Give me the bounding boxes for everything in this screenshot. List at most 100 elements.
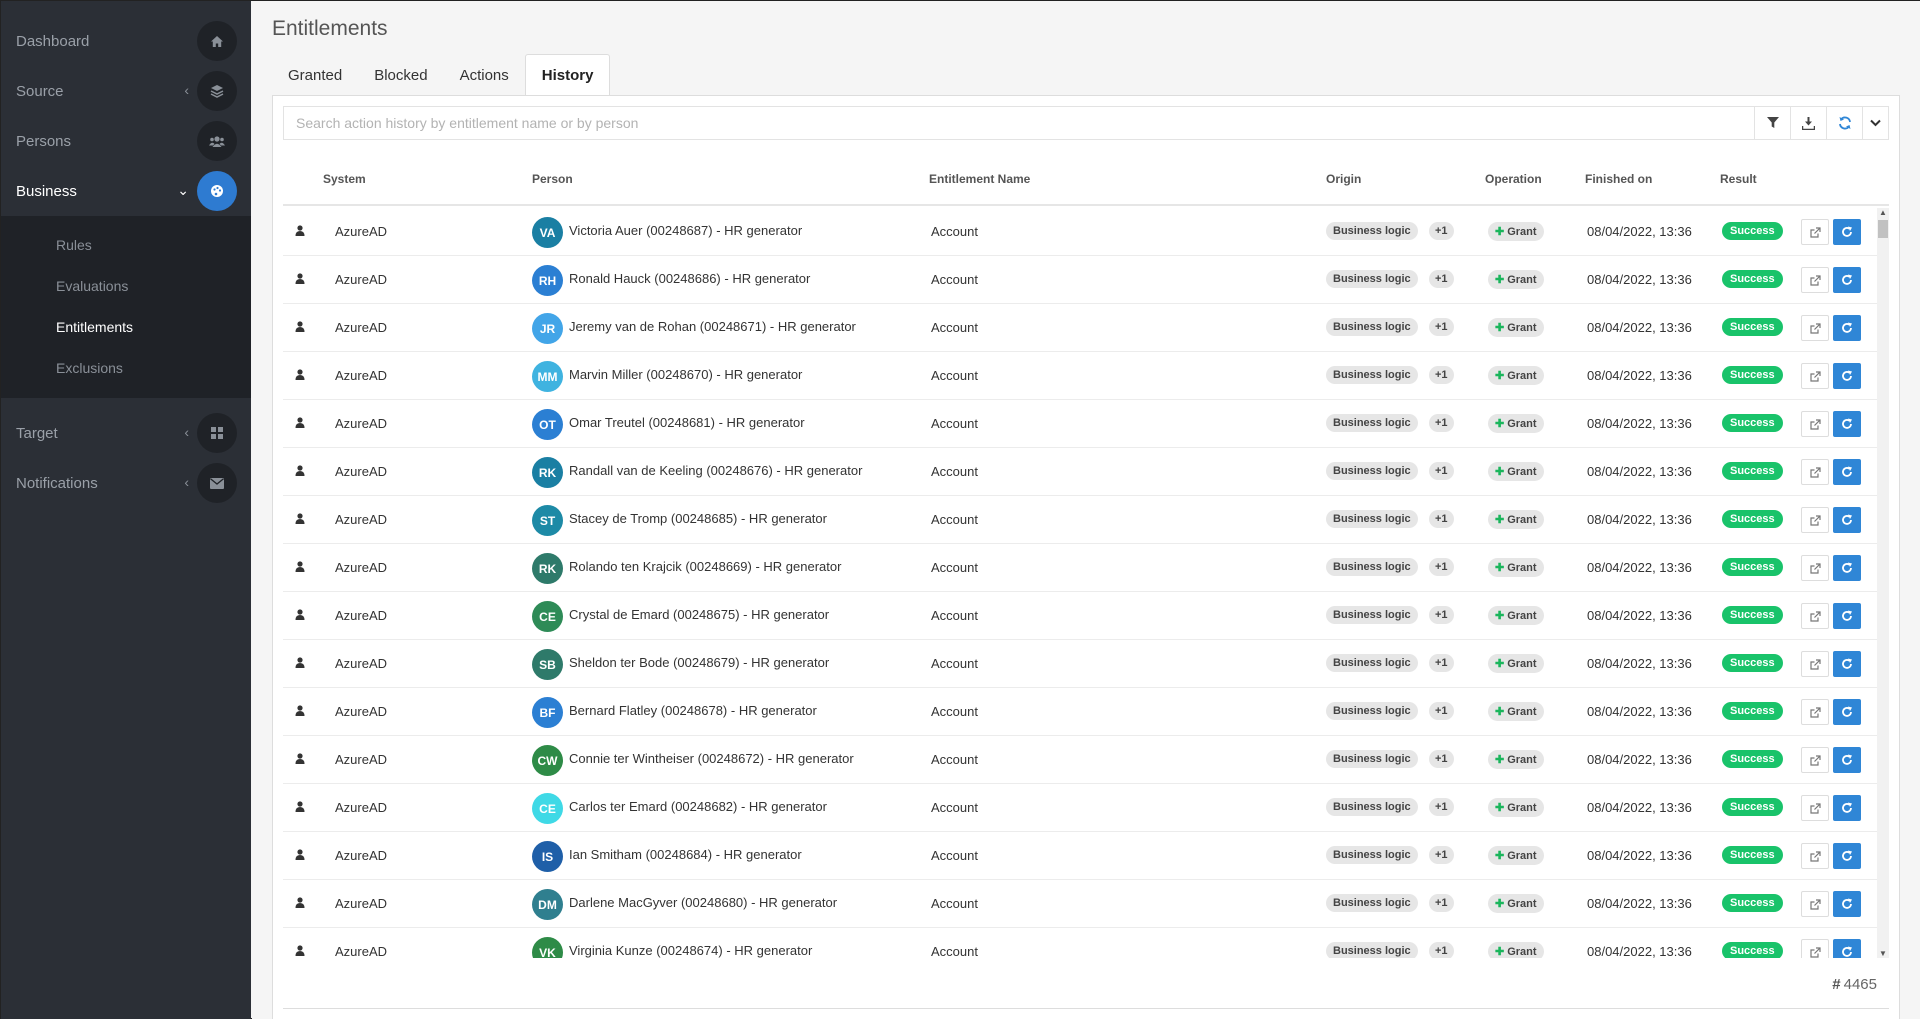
open-external-button[interactable] [1801,411,1829,437]
table-row[interactable]: AzureAD RK Rolando ten Krajcik (00248669… [283,544,1889,592]
retry-button[interactable] [1833,843,1861,869]
open-external-button[interactable] [1801,747,1829,773]
column-header-finished-on[interactable]: Finished on [1585,172,1652,186]
table-row[interactable]: AzureAD RH Ronald Hauck (00248686) - HR … [283,256,1889,304]
sidebar-item-target[interactable]: Target ‹ [1,408,251,458]
table-row[interactable]: AzureAD RK Randall van de Keeling (00248… [283,448,1889,496]
person-link[interactable]: Randall van de Keeling (00248676) - HR g… [569,463,862,478]
person-link[interactable]: Carlos ter Emard (00248682) - HR generat… [569,799,827,814]
column-header-origin[interactable]: Origin [1326,172,1361,186]
retry-button[interactable] [1833,507,1861,533]
retry-button[interactable] [1833,315,1861,341]
scroll-down-arrow-icon[interactable]: ▼ [1879,949,1887,958]
table-row[interactable]: AzureAD SB Sheldon ter Bode (00248679) -… [283,640,1889,688]
table-row[interactable]: AzureAD IS Ian Smitham (00248684) - HR g… [283,832,1889,880]
origin-more-badge[interactable]: +1 [1429,558,1454,576]
person-link[interactable]: Darlene MacGyver (00248680) - HR generat… [569,895,837,910]
origin-more-badge[interactable]: +1 [1429,462,1454,480]
origin-more-badge[interactable]: +1 [1429,318,1454,336]
table-row[interactable]: AzureAD BF Bernard Flatley (00248678) - … [283,688,1889,736]
retry-button[interactable] [1833,891,1861,917]
sidebar-item-source[interactable]: Source ‹ [1,66,251,116]
retry-button[interactable] [1833,555,1861,581]
retry-button[interactable] [1833,747,1861,773]
person-link[interactable]: Rolando ten Krajcik (00248669) - HR gene… [569,559,841,574]
expand-button[interactable] [1862,107,1888,139]
person-link[interactable]: Marvin Miller (00248670) - HR generator [569,367,802,382]
origin-more-badge[interactable]: +1 [1429,654,1454,672]
filter-button[interactable] [1754,107,1790,139]
retry-button[interactable] [1833,219,1861,245]
search-input[interactable] [284,107,1754,139]
origin-more-badge[interactable]: +1 [1429,894,1454,912]
open-external-button[interactable] [1801,555,1829,581]
person-link[interactable]: Ronald Hauck (00248686) - HR generator [569,271,810,286]
retry-button[interactable] [1833,267,1861,293]
download-button[interactable] [1790,107,1826,139]
table-row[interactable]: AzureAD OT Omar Treutel (00248681) - HR … [283,400,1889,448]
table-row[interactable]: AzureAD JR Jeremy van de Rohan (00248671… [283,304,1889,352]
retry-button[interactable] [1833,939,1861,958]
origin-more-badge[interactable]: +1 [1429,414,1454,432]
open-external-button[interactable] [1801,459,1829,485]
open-external-button[interactable] [1801,651,1829,677]
subnav-item-exclusions[interactable]: Exclusions [1,347,251,388]
origin-more-badge[interactable]: +1 [1429,846,1454,864]
retry-button[interactable] [1833,699,1861,725]
open-external-button[interactable] [1801,219,1829,245]
origin-more-badge[interactable]: +1 [1429,510,1454,528]
open-external-button[interactable] [1801,891,1829,917]
tab-granted[interactable]: Granted [272,54,358,96]
open-external-button[interactable] [1801,363,1829,389]
open-external-button[interactable] [1801,315,1829,341]
origin-more-badge[interactable]: +1 [1429,366,1454,384]
origin-more-badge[interactable]: +1 [1429,942,1454,958]
scroll-up-arrow-icon[interactable]: ▲ [1879,208,1887,217]
table-row[interactable]: AzureAD CW Connie ter Wintheiser (002486… [283,736,1889,784]
retry-button[interactable] [1833,363,1861,389]
open-external-button[interactable] [1801,507,1829,533]
subnav-item-rules[interactable]: Rules [1,224,251,265]
sidebar-item-dashboard[interactable]: Dashboard [1,16,251,66]
retry-button[interactable] [1833,603,1861,629]
origin-more-badge[interactable]: +1 [1429,222,1454,240]
tab-history[interactable]: History [524,54,611,96]
origin-more-badge[interactable]: +1 [1429,702,1454,720]
person-link[interactable]: Jeremy van de Rohan (00248671) - HR gene… [569,319,856,334]
person-link[interactable]: Sheldon ter Bode (00248679) - HR generat… [569,655,829,670]
vertical-scrollbar[interactable]: ▲ ▼ [1877,208,1889,958]
table-row[interactable]: AzureAD ST Stacey de Tromp (00248685) - … [283,496,1889,544]
person-link[interactable]: Ian Smitham (00248684) - HR generator [569,847,802,862]
origin-more-badge[interactable]: +1 [1429,606,1454,624]
column-header-result[interactable]: Result [1720,172,1757,186]
table-row[interactable]: AzureAD DM Darlene MacGyver (00248680) -… [283,880,1889,928]
open-external-button[interactable] [1801,603,1829,629]
table-row[interactable]: AzureAD VK Virginia Kunze (00248674) - H… [283,928,1889,958]
origin-more-badge[interactable]: +1 [1429,750,1454,768]
open-external-button[interactable] [1801,267,1829,293]
sidebar-item-notifications[interactable]: Notifications ‹ [1,458,251,508]
subnav-item-entitlements[interactable]: Entitlements [1,306,251,347]
person-link[interactable]: Stacey de Tromp (00248685) - HR generato… [569,511,827,526]
sidebar-item-business[interactable]: Business ⌄ [1,166,251,216]
table-row[interactable]: AzureAD CE Carlos ter Emard (00248682) -… [283,784,1889,832]
retry-button[interactable] [1833,459,1861,485]
refresh-button[interactable] [1826,107,1862,139]
sidebar-item-persons[interactable]: Persons [1,116,251,166]
scroll-thumb[interactable] [1878,220,1888,238]
table-row[interactable]: AzureAD MM Marvin Miller (00248670) - HR… [283,352,1889,400]
open-external-button[interactable] [1801,843,1829,869]
open-external-button[interactable] [1801,795,1829,821]
table-row[interactable]: AzureAD VA Victoria Auer (00248687) - HR… [283,208,1889,256]
tab-blocked[interactable]: Blocked [358,54,443,96]
person-link[interactable]: Omar Treutel (00248681) - HR generator [569,415,805,430]
retry-button[interactable] [1833,411,1861,437]
tab-actions[interactable]: Actions [444,54,525,96]
column-header-system[interactable]: System [323,172,366,186]
person-link[interactable]: Victoria Auer (00248687) - HR generator [569,223,802,238]
person-link[interactable]: Bernard Flatley (00248678) - HR generato… [569,703,817,718]
origin-more-badge[interactable]: +1 [1429,798,1454,816]
person-link[interactable]: Virginia Kunze (00248674) - HR generator [569,943,812,958]
table-row[interactable]: AzureAD CE Crystal de Emard (00248675) -… [283,592,1889,640]
retry-button[interactable] [1833,795,1861,821]
